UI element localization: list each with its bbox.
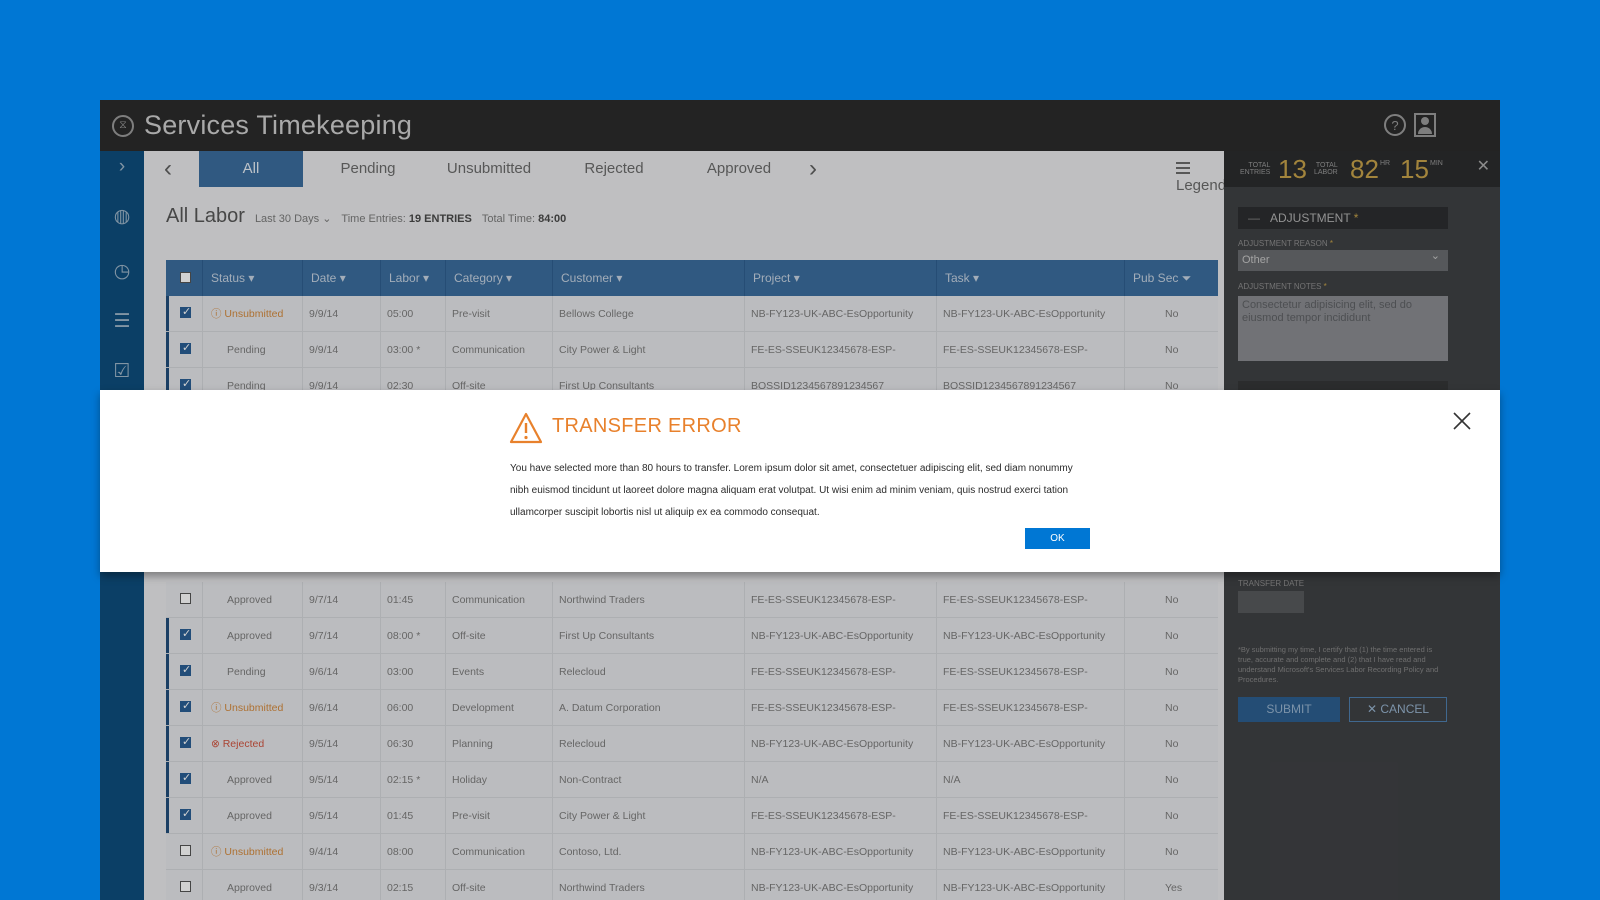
close-icon[interactable] <box>1451 410 1473 432</box>
ok-button[interactable]: OK <box>1025 528 1090 549</box>
transfer-error-dialog: TRANSFER ERROR You have selected more th… <box>100 390 1500 572</box>
warning-icon <box>509 412 543 444</box>
dialog-message: You have selected more than 80 hours to … <box>510 463 1073 518</box>
dialog-title: TRANSFER ERROR <box>552 415 742 437</box>
